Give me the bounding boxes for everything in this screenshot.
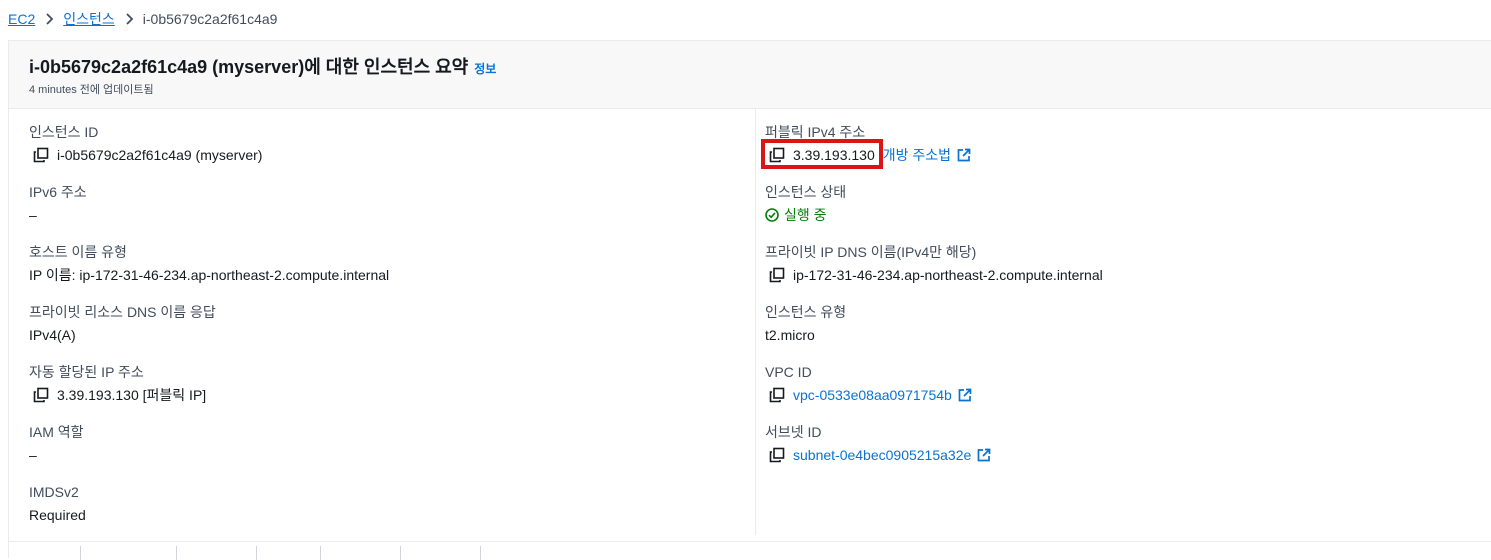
subnet-id-link[interactable]: subnet-0e4bec0905215a32e — [793, 447, 971, 463]
auto-ip-value: 3.39.193.130 [퍼블릭 IP] — [57, 387, 207, 403]
private-dns-label: 프라이빗 리소스 DNS 이름 응답 — [29, 304, 216, 320]
instance-type-label: 인스턴스 유형 — [765, 304, 847, 320]
instance-type-value: t2.micro — [765, 327, 815, 343]
instance-state-value: 실행 중 — [784, 207, 827, 223]
private-ip-dns-label: 프라이빗 IP DNS 이름(IPv4만 해당) — [765, 244, 977, 260]
tab-1[interactable] — [9, 546, 82, 560]
public-ip-highlight-box — [761, 139, 883, 169]
chevron-right-icon — [44, 13, 54, 25]
field-auto-ip: 자동 할당된 IP 주소 3.39.193.130 [퍼블릭 IP] — [29, 364, 206, 403]
copy-icon[interactable] — [769, 447, 785, 463]
open-address-link[interactable]: 개방 주소법 — [883, 147, 951, 163]
instance-id-label: 인스턴스 ID — [29, 124, 99, 140]
external-link-icon[interactable] — [977, 448, 991, 462]
private-dns-value: IPv4(A) — [29, 327, 76, 343]
tab-5[interactable] — [321, 546, 401, 560]
public-ipv4-label: 퍼블릭 IPv4 주소 — [765, 124, 866, 140]
field-instance-type: 인스턴스 유형 t2.micro — [765, 304, 846, 343]
copy-icon[interactable] — [769, 387, 785, 403]
instance-id-value: i-0b5679c2a2f61c4a9 (myserver) — [57, 147, 263, 163]
imdsv2-label: IMDSv2 — [29, 484, 79, 500]
field-ipv6: IPv6 주소 – — [29, 184, 87, 223]
tab-6[interactable] — [401, 546, 481, 560]
ipv6-value: – — [29, 207, 37, 223]
tab-2[interactable] — [81, 546, 177, 560]
field-private-ip-dns: 프라이빗 IP DNS 이름(IPv4만 해당) ip-172-31-46-23… — [765, 244, 1103, 283]
tab-3[interactable] — [177, 546, 257, 560]
subnet-id-label: 서브넷 ID — [765, 424, 822, 440]
column-divider — [755, 109, 756, 535]
copy-icon[interactable] — [33, 147, 49, 163]
last-updated-text: 4 minutes 전에 업데이트됨 — [29, 84, 154, 96]
details-tab-strip — [9, 541, 1491, 560]
status-success-icon — [765, 208, 779, 222]
tab-4[interactable] — [257, 546, 321, 560]
field-imdsv2: IMDSv2 Required — [29, 484, 86, 523]
copy-icon[interactable] — [33, 387, 49, 403]
vpc-id-link[interactable]: vpc-0533e08aa0971754b — [793, 387, 952, 403]
breadcrumb-instances-link[interactable]: 인스턴스 — [63, 9, 115, 29]
field-hostname-type: 호스트 이름 유형 IP 이름: ip-172-31-46-234.ap-nor… — [29, 244, 389, 283]
breadcrumb-ec2-link[interactable]: EC2 — [8, 11, 35, 27]
field-instance-state: 인스턴스 상태 실행 중 — [765, 184, 846, 223]
ipv6-label: IPv6 주소 — [29, 184, 87, 200]
breadcrumb-current: i-0b5679c2a2f61c4a9 — [142, 11, 278, 27]
field-iam-role: IAM 역할 – — [29, 424, 84, 463]
instance-summary-panel: i-0b5679c2a2f61c4a9 (myserver)에 대한 인스턴스 … — [8, 40, 1491, 560]
external-link-icon[interactable] — [958, 388, 972, 402]
field-subnet-id: 서브넷 ID subnet-0e4bec0905215a32e — [765, 424, 991, 463]
field-private-dns-response: 프라이빗 리소스 DNS 이름 응답 IPv4(A) — [29, 304, 216, 343]
hostname-type-label: 호스트 이름 유형 — [29, 244, 127, 260]
page-title-text: i-0b5679c2a2f61c4a9 (myserver)에 대한 인스턴스 … — [29, 57, 469, 77]
field-instance-id: 인스턴스 ID i-0b5679c2a2f61c4a9 (myserver) — [29, 124, 262, 163]
auto-ip-label: 자동 할당된 IP 주소 — [29, 364, 144, 380]
chevron-right-icon — [124, 13, 134, 25]
private-ip-dns-value: ip-172-31-46-234.ap-northeast-2.compute.… — [793, 267, 1103, 283]
field-vpc-id: VPC ID vpc-0533e08aa0971754b — [765, 364, 972, 403]
tab-7[interactable] — [481, 546, 540, 560]
hostname-type-value: IP 이름: ip-172-31-46-234.ap-northeast-2.c… — [29, 267, 390, 283]
breadcrumb: EC2 인스턴스 i-0b5679c2a2f61c4a9 — [0, 0, 1491, 38]
panel-header: i-0b5679c2a2f61c4a9 (myserver)에 대한 인스턴스 … — [9, 41, 1491, 109]
page-title: i-0b5679c2a2f61c4a9 (myserver)에 대한 인스턴스 … — [29, 53, 496, 79]
vpc-id-label: VPC ID — [765, 364, 812, 380]
instance-state-label: 인스턴스 상태 — [765, 184, 847, 200]
imdsv2-value: Required — [29, 507, 86, 523]
iam-role-value: – — [29, 447, 37, 463]
info-link[interactable]: 정보 — [474, 62, 496, 76]
copy-icon[interactable] — [769, 267, 785, 283]
external-link-icon[interactable] — [957, 148, 971, 162]
iam-role-label: IAM 역할 — [29, 424, 84, 440]
